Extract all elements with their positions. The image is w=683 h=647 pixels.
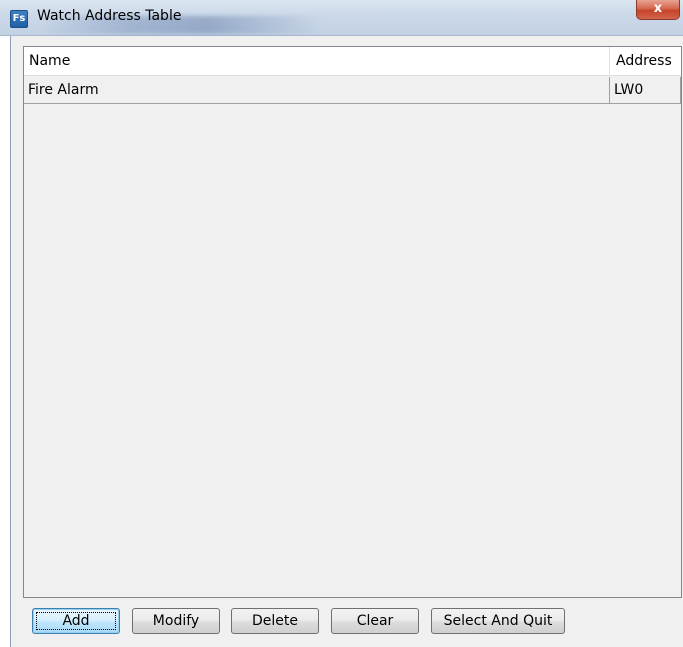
modify-button-label: Modify xyxy=(152,613,200,629)
delete-button-label: Delete xyxy=(252,613,298,629)
column-header-address[interactable]: Address xyxy=(609,47,681,75)
close-icon: x xyxy=(653,1,663,16)
table-header: Name Address xyxy=(24,47,681,76)
column-header-name[interactable]: Name xyxy=(24,47,609,75)
row-address-cell[interactable]: LW0 xyxy=(609,77,681,103)
modify-button[interactable]: Modify xyxy=(132,608,220,634)
title-bar[interactable]: Fs Watch Address Table x xyxy=(0,0,683,36)
clear-button[interactable]: Clear xyxy=(331,608,419,634)
delete-button[interactable]: Delete xyxy=(231,608,319,634)
dialog-client-area: Name Address Fire Alarm LW0 Add Modify D… xyxy=(10,36,683,647)
clear-button-label: Clear xyxy=(356,613,394,629)
watch-address-table-dialog: Fs Watch Address Table x Name Address Fi… xyxy=(0,0,683,647)
add-button-label: Add xyxy=(62,613,90,629)
select-and-quit-button-label: Select And Quit xyxy=(443,613,553,629)
table-row[interactable]: Fire Alarm LW0 xyxy=(24,77,681,104)
add-button[interactable]: Add xyxy=(32,608,120,634)
watch-address-list[interactable]: Name Address Fire Alarm LW0 xyxy=(23,46,682,598)
row-name-cell[interactable]: Fire Alarm xyxy=(24,77,609,103)
select-and-quit-button[interactable]: Select And Quit xyxy=(431,608,565,634)
app-icon: Fs xyxy=(10,10,28,28)
close-button[interactable]: x xyxy=(636,0,680,20)
window-title: Watch Address Table xyxy=(37,8,182,24)
